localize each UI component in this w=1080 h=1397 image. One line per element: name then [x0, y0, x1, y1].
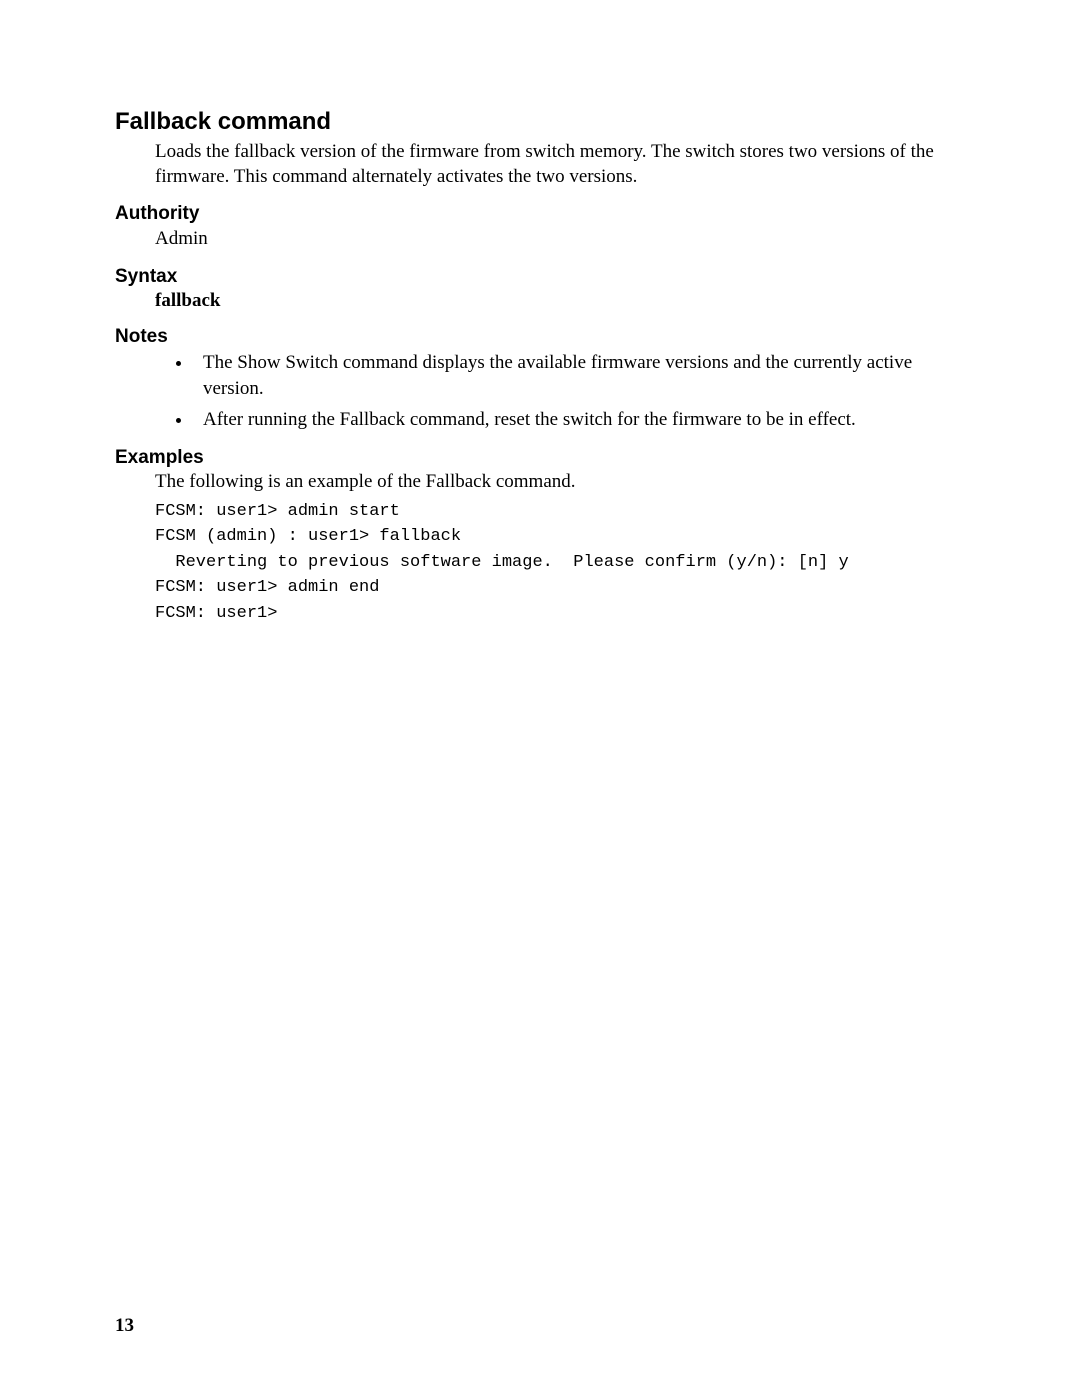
syntax-heading: Syntax	[115, 266, 965, 288]
page-number: 13	[115, 1315, 134, 1337]
syntax-body: fallback	[155, 290, 965, 312]
notes-heading: Notes	[115, 326, 965, 348]
examples-heading: Examples	[115, 447, 965, 469]
notes-list: The Show Switch command displays the ava…	[155, 350, 965, 433]
authority-heading: Authority	[115, 203, 965, 225]
page-title: Fallback command	[115, 108, 965, 136]
notes-item: The Show Switch command displays the ava…	[193, 350, 965, 401]
authority-body: Admin	[155, 227, 965, 252]
document-page: Fallback command Loads the fallback vers…	[0, 0, 1080, 626]
intro-paragraph: Loads the fallback version of the firmwa…	[155, 140, 965, 189]
notes-item: After running the Fallback command, rese…	[193, 407, 965, 433]
example-code-block: FCSM: user1> admin start FCSM (admin) : …	[155, 499, 965, 627]
examples-intro: The following is an example of the Fallb…	[155, 471, 965, 493]
